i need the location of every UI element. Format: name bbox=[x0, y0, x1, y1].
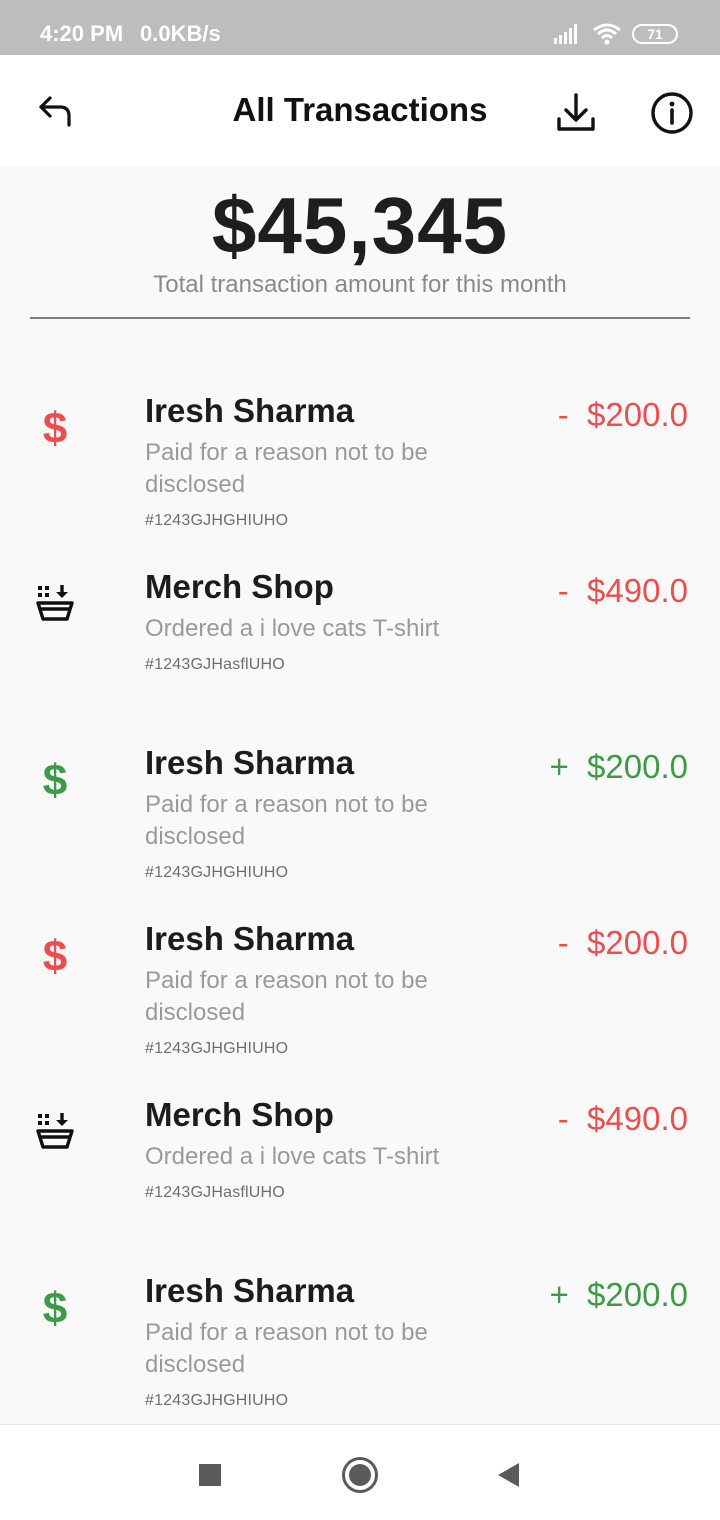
status-icons: 71 bbox=[554, 22, 684, 46]
download-icon bbox=[557, 93, 595, 131]
transaction-id: #1243GJHGHIUHO bbox=[145, 1040, 289, 1057]
divider bbox=[30, 317, 690, 319]
transaction-id: #1243GJHasflUHO bbox=[145, 656, 285, 673]
dollar-icon: $ bbox=[42, 756, 68, 805]
total-caption: Total transaction amount for this month bbox=[153, 271, 567, 298]
transaction-name: Iresh Sharma bbox=[145, 920, 355, 957]
transaction-description: Paid for a reason not to be disclosed bbox=[145, 1319, 428, 1378]
shopping-basket-icon bbox=[30, 580, 80, 630]
transaction-item[interactable]: $ Iresh Sharma Paid for a reason not to … bbox=[0, 392, 720, 542]
back-triangle-icon bbox=[498, 1463, 519, 1487]
signal-icon bbox=[554, 24, 577, 44]
transaction-id: #1243GJHGHIUHO bbox=[145, 512, 289, 529]
transaction-name: Iresh Sharma bbox=[145, 744, 355, 781]
status-time: 4:20 PM bbox=[40, 21, 124, 46]
dollar-icon: $ bbox=[42, 932, 68, 981]
dollar-icon: $ bbox=[42, 404, 68, 453]
transaction-amount: + $200.0 bbox=[549, 748, 688, 785]
transaction-id: #1243GJHGHIUHO bbox=[145, 864, 289, 881]
info-icon bbox=[651, 92, 693, 134]
transaction-item[interactable]: Merch Shop Ordered a i love cats T-shirt… bbox=[0, 568, 720, 688]
transaction-id: #1243GJHasflUHO bbox=[145, 1184, 285, 1201]
shopping-basket-icon bbox=[30, 1108, 80, 1158]
app-bar: All Transactions bbox=[0, 55, 720, 166]
recents-square-icon bbox=[199, 1464, 221, 1486]
system-nav-bar bbox=[0, 1424, 720, 1520]
total-amount: $45,345 bbox=[211, 181, 509, 270]
dollar-icon: $ bbox=[42, 1284, 68, 1333]
transaction-item[interactable]: Merch Shop Ordered a i love cats T-shirt… bbox=[0, 1096, 720, 1216]
transaction-description: Paid for a reason not to be disclosed bbox=[145, 967, 428, 1026]
recents-button[interactable] bbox=[190, 1455, 230, 1495]
transaction-description: Paid for a reason not to be disclosed bbox=[145, 791, 428, 850]
transaction-name: Merch Shop bbox=[145, 568, 334, 605]
transaction-amount: + $200.0 bbox=[549, 1276, 688, 1313]
back-nav-button[interactable] bbox=[488, 1455, 528, 1495]
info-button[interactable] bbox=[642, 83, 702, 143]
download-button[interactable] bbox=[546, 83, 606, 143]
transaction-amount: - $200.0 bbox=[557, 924, 688, 961]
transaction-description: Ordered a i love cats T-shirt bbox=[145, 1143, 440, 1170]
battery-icon: 71 bbox=[632, 24, 678, 44]
transaction-name: Merch Shop bbox=[145, 1096, 334, 1133]
transaction-item[interactable]: $ Iresh Sharma Paid for a reason not to … bbox=[0, 1272, 720, 1422]
transaction-name: Iresh Sharma bbox=[145, 1272, 355, 1309]
transaction-amount: - $490.0 bbox=[557, 572, 688, 609]
transaction-name: Iresh Sharma bbox=[145, 392, 355, 429]
transaction-description: Paid for a reason not to be disclosed bbox=[145, 439, 428, 498]
home-circle-icon bbox=[342, 1457, 378, 1493]
transaction-amount: - $490.0 bbox=[557, 1100, 688, 1137]
page-title: All Transactions bbox=[232, 91, 488, 128]
status-bar: 4:20 PM 0.0KB/s 71 bbox=[0, 0, 720, 55]
transaction-item[interactable]: $ Iresh Sharma Paid for a reason not to … bbox=[0, 744, 720, 894]
transaction-id: #1243GJHGHIUHO bbox=[145, 1392, 289, 1409]
transaction-item[interactable]: $ Iresh Sharma Paid for a reason not to … bbox=[0, 920, 720, 1070]
transaction-amount: - $200.0 bbox=[557, 396, 688, 433]
transaction-description: Ordered a i love cats T-shirt bbox=[145, 615, 440, 642]
status-network-speed: 0.0KB/s bbox=[140, 21, 221, 46]
battery-level: 71 bbox=[647, 26, 663, 42]
home-button[interactable] bbox=[340, 1455, 380, 1495]
wifi-icon bbox=[593, 23, 621, 45]
